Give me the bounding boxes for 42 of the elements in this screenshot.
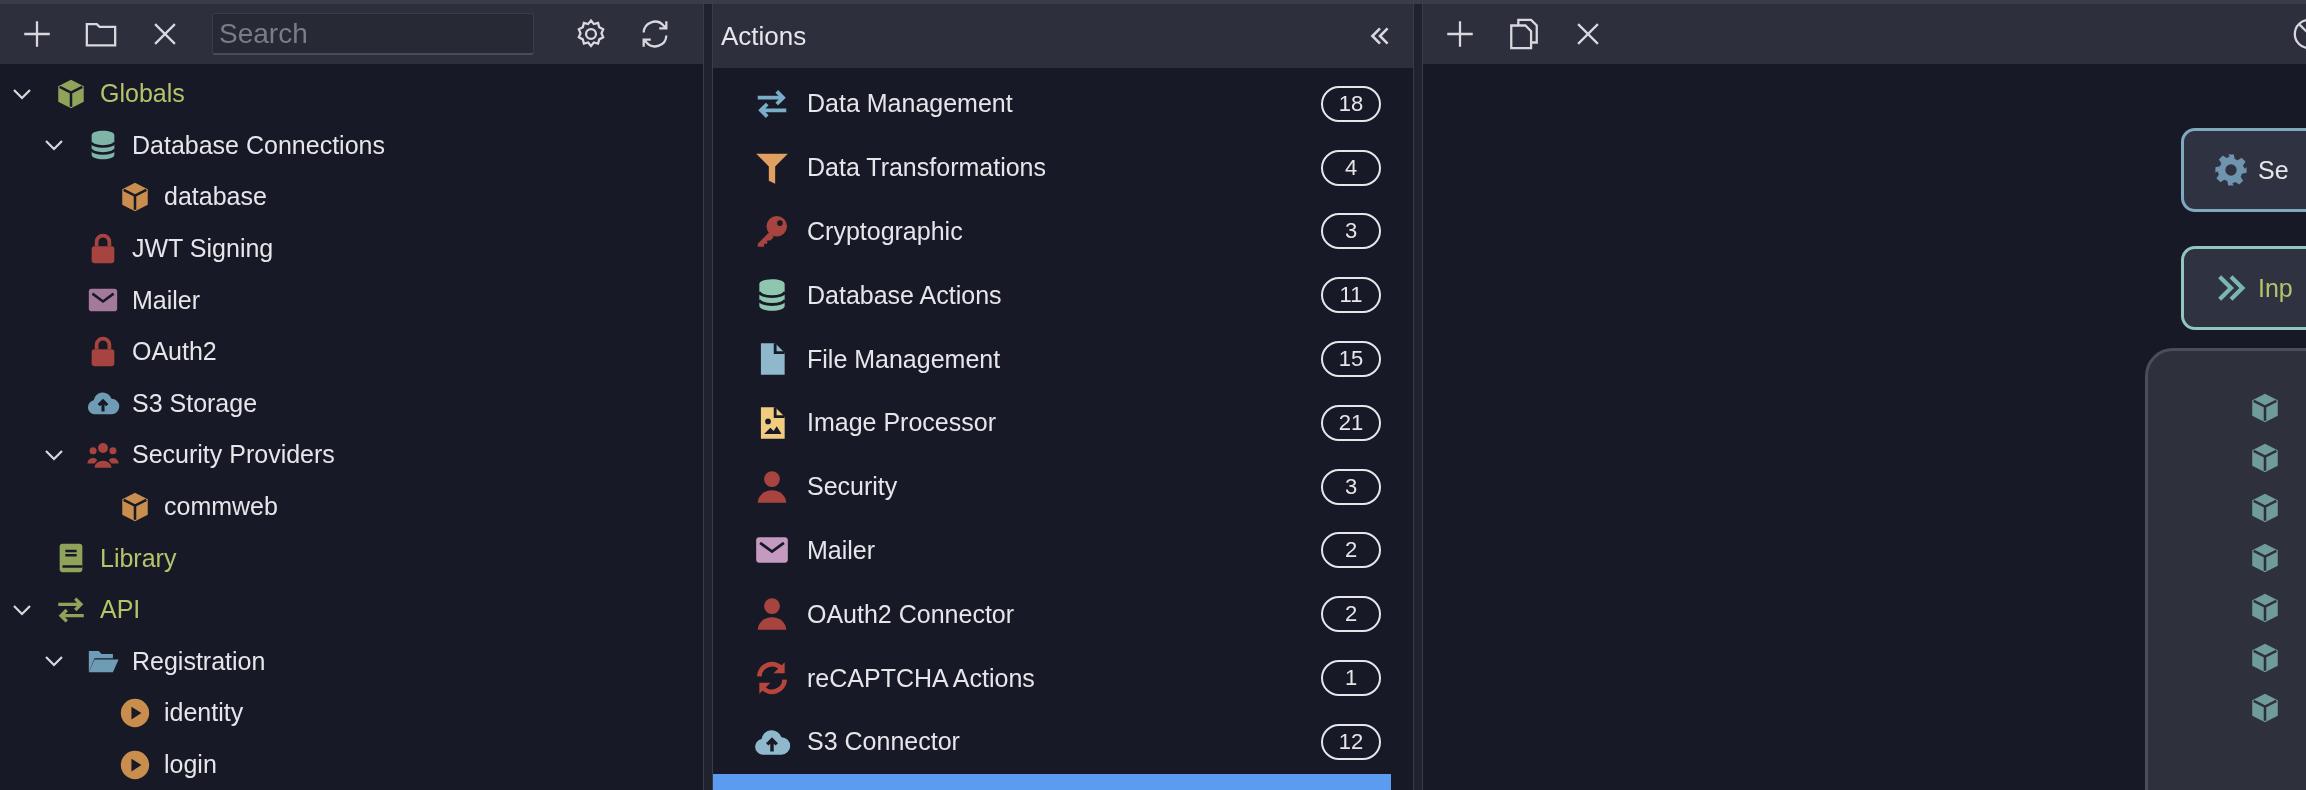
count-badge: 11 xyxy=(1321,277,1381,314)
tree-item[interactable]: commweb xyxy=(164,492,278,522)
gear-icon xyxy=(2214,153,2248,187)
count-badge: 18 xyxy=(1321,85,1381,122)
tree-item[interactable]: Library xyxy=(100,543,177,573)
copy-icon[interactable] xyxy=(1507,17,1541,51)
tree-item[interactable]: Mailer xyxy=(132,285,201,315)
count-badge: 2 xyxy=(1321,596,1381,633)
count-badge: 4 xyxy=(1321,149,1381,186)
action-category[interactable]: Database Actions 11 xyxy=(713,263,1391,328)
tree-item[interactable]: JWT Signing xyxy=(132,234,274,264)
action-category[interactable]: Security 3 xyxy=(713,454,1391,519)
action-category[interactable]: Cryptographic 3 xyxy=(713,199,1391,264)
action-category[interactable]: S3 Connector 12 xyxy=(713,709,1391,774)
action-category[interactable]: OAuth2 Connector 2 xyxy=(713,582,1391,647)
tree-item[interactable]: Registration xyxy=(132,646,266,676)
count-badge: 21 xyxy=(1321,404,1381,441)
tree-item[interactable]: identity xyxy=(164,698,244,728)
flow-node[interactable]: Inp xyxy=(2181,246,2306,330)
action-category[interactable]: Data Transformations 4 xyxy=(713,135,1391,200)
action-category[interactable]: Data Management 18 xyxy=(713,72,1391,136)
count-badge: 3 xyxy=(1321,213,1381,250)
action-category[interactable]: Mailer 2 xyxy=(713,518,1391,583)
count-badge: 15 xyxy=(1321,341,1381,378)
tree-item[interactable]: OAuth2 xyxy=(132,337,217,367)
tree-item[interactable]: S3 Storage xyxy=(132,388,258,418)
action-category[interactable]: Image Processor 21 xyxy=(713,391,1391,455)
count-badge: 12 xyxy=(1321,723,1381,760)
action-category[interactable]: reCAPTCHA Actions 1 xyxy=(713,646,1391,710)
tree-item[interactable]: Database Connections xyxy=(132,130,385,160)
tree-item[interactable]: Security Providers xyxy=(132,440,335,470)
count-badge: 2 xyxy=(1321,532,1381,569)
tree-item[interactable]: Globals xyxy=(100,79,185,109)
action-category[interactable]: File Management 15 xyxy=(713,327,1391,391)
flow-node[interactable]: Se xyxy=(2181,128,2306,212)
tree-item[interactable]: login xyxy=(164,750,217,779)
tree-item[interactable]: API xyxy=(100,595,141,625)
count-badge: 1 xyxy=(1321,660,1381,697)
search-field[interactable]: Search xyxy=(212,13,534,55)
tree-item[interactable]: database xyxy=(164,182,267,212)
panel-title: Actions xyxy=(721,20,807,52)
count-badge: 3 xyxy=(1321,468,1381,505)
